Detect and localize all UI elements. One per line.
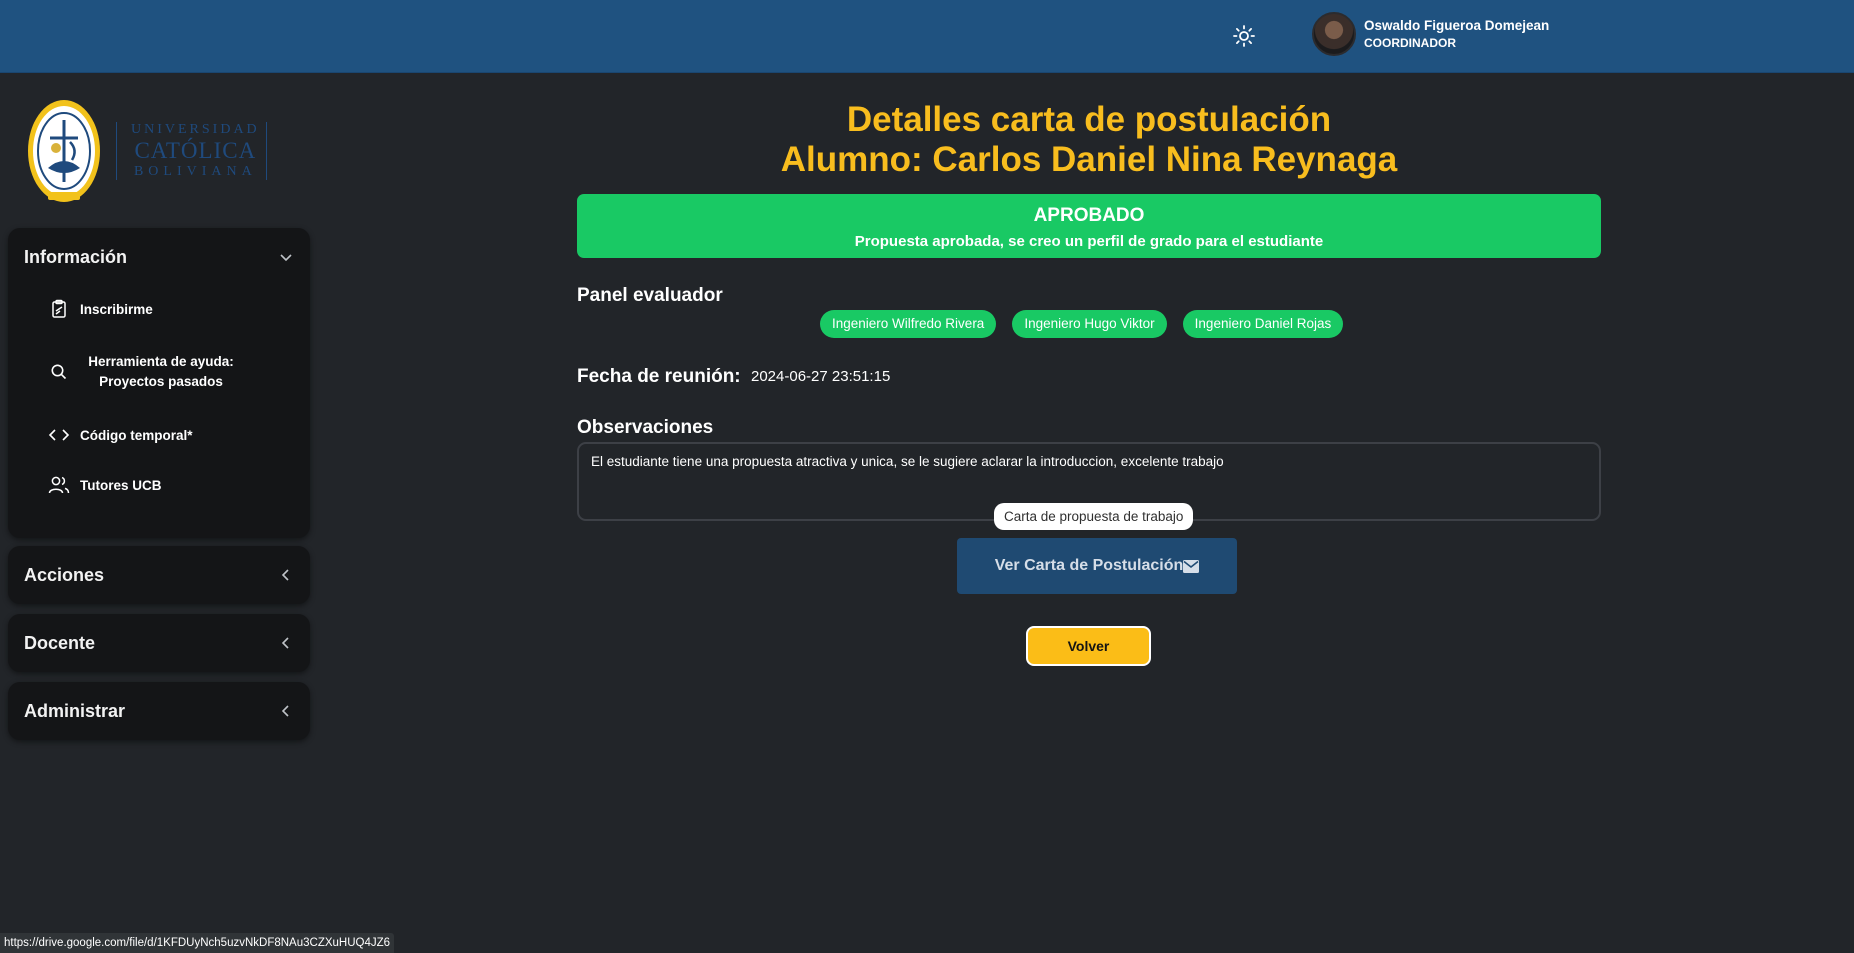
view-letter-button-label: Ver Carta de Postulación xyxy=(994,557,1184,574)
menu-title: Acciones xyxy=(24,564,105,585)
page-title: Detalles carta de postulación Alumno: Ca… xyxy=(577,100,1601,180)
logo-line-1: UNIVERSIDAD xyxy=(131,122,260,137)
menu-section-acciones: Acciones xyxy=(8,546,310,604)
panel-member-chip: Ingeniero Hugo Viktor xyxy=(1012,310,1167,338)
status-description: Propuesta aprobada, se creo un perfil de… xyxy=(854,233,1324,250)
panel-members: Ingeniero Wilfredo Rivera Ingeniero Hugo… xyxy=(820,310,1359,338)
user-role: COORDINADOR xyxy=(1364,36,1456,50)
status-title: APROBADO xyxy=(1033,205,1145,226)
theme-toggle-button[interactable] xyxy=(1230,22,1258,50)
panel-member-chip: Ingeniero Daniel Rojas xyxy=(1182,310,1344,338)
meeting-date-value: 2024-06-27 23:51:15 xyxy=(751,368,891,385)
panel-member-chip: Ingeniero Wilfredo Rivera xyxy=(820,310,997,338)
search-icon xyxy=(48,361,70,383)
meeting-date-label: Fecha de reunión: xyxy=(577,366,741,387)
university-wordmark: UNIVERSIDAD CATÓLICA BOLIVIANA xyxy=(131,122,260,180)
sidebar: UNIVERSIDAD CATÓLICA BOLIVIANA Informaci… xyxy=(0,74,318,953)
status-banner: APROBADO Propuesta aprobada, se creo un … xyxy=(577,194,1601,258)
tooltip: Carta de propuesta de trabajo xyxy=(994,503,1194,530)
menu-header-acciones[interactable]: Acciones xyxy=(8,546,310,604)
page-title-line-2: Alumno: Carlos Daniel Nina Reynaga xyxy=(780,140,1398,179)
menu-header-informacion[interactable]: Información xyxy=(8,228,310,286)
menu-title: Docente xyxy=(24,632,96,653)
menu-header-administrar[interactable]: Administrar xyxy=(8,682,310,740)
chevron-left-icon xyxy=(281,705,289,717)
back-button[interactable]: Volver xyxy=(1026,626,1151,666)
sidebar-item-proyectos-pasados[interactable]: Herramienta de ayuda: Proyectos pasados xyxy=(8,332,310,412)
sidebar-item-inscribirme[interactable]: Inscribirme xyxy=(8,286,310,332)
code-icon xyxy=(48,424,70,446)
university-seal-icon xyxy=(28,100,100,202)
menu-header-docente[interactable]: Docente xyxy=(8,614,310,672)
menu-title: Administrar xyxy=(24,700,126,721)
page-title-line-1: Detalles carta de postulación xyxy=(846,100,1332,139)
logo-line-3: BOLIVIANA xyxy=(133,164,257,179)
user-profile[interactable]: Oswaldo Figueroa Domejean COORDINADOR xyxy=(1312,12,1549,56)
user-name: Oswaldo Figueroa Domejean xyxy=(1364,18,1550,33)
sidebar-item-tutores-ucb[interactable]: Tutores UCB xyxy=(8,458,310,512)
panel-evaluador-label: Panel evaluador xyxy=(577,285,723,306)
logo-right-rule xyxy=(265,122,267,180)
logo-line-2: CATÓLICA xyxy=(134,138,257,163)
chevron-left-icon xyxy=(281,637,289,649)
university-logo: UNIVERSIDAD CATÓLICA BOLIVIANA xyxy=(26,98,267,204)
sidebar-item-label: Herramienta de ayuda: Proyectos pasados xyxy=(88,354,234,389)
top-bar: Oswaldo Figueroa Domejean COORDINADOR xyxy=(0,0,1854,73)
clipboard-icon xyxy=(48,298,70,320)
sidebar-item-codigo-temporal[interactable]: Código temporal* xyxy=(8,412,310,458)
menu-section-informacion: Información Inscribirme Herramienta de a… xyxy=(8,228,310,538)
envelope-icon xyxy=(1183,559,1200,573)
chevron-left-icon xyxy=(281,569,289,581)
menu-title: Información xyxy=(24,246,128,267)
menu-section-docente: Docente xyxy=(8,614,310,672)
chevron-down-icon xyxy=(280,254,292,262)
sun-icon xyxy=(1233,25,1255,47)
menu-section-administrar: Administrar xyxy=(8,682,310,740)
sidebar-item-label: Tutores UCB xyxy=(80,477,162,493)
sidebar-item-label: Código temporal* xyxy=(80,427,193,443)
avatar[interactable] xyxy=(1312,12,1356,56)
sidebar-item-label: Inscribirme xyxy=(80,301,153,317)
browser-status-url: https://drive.google.com/file/d/1KFDUyNc… xyxy=(0,933,395,953)
observations-label: Observaciones xyxy=(577,417,714,438)
users-icon xyxy=(48,474,70,496)
logo-separator xyxy=(116,122,117,180)
view-letter-button[interactable]: Ver Carta de Postulación xyxy=(957,538,1237,594)
